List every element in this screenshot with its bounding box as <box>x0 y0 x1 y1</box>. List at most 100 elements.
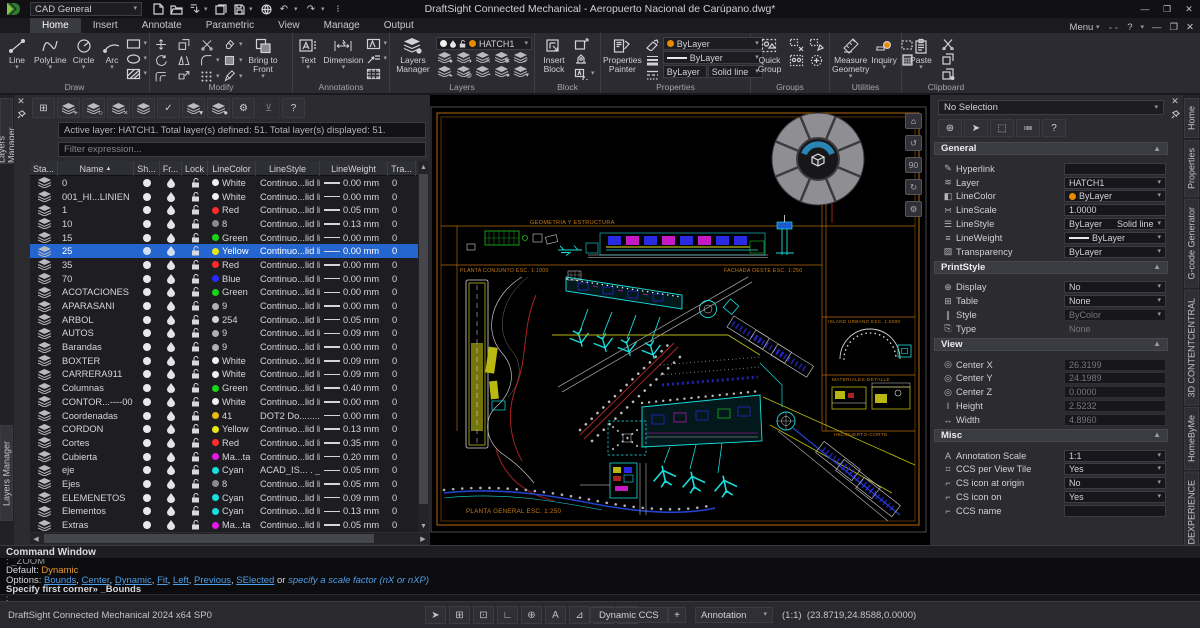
snap-grid-toggle[interactable]: ⊞ <box>449 606 470 624</box>
column-header-lineweight[interactable]: LineWeight <box>320 161 388 176</box>
layer-lock-icon[interactable] <box>182 520 208 530</box>
layer-frozen-icon[interactable] <box>160 301 182 311</box>
layer-row-001_HI...LINIEN[interactable]: 001_HI...LINIENWhiteContinuo...lid line0… <box>30 190 418 204</box>
ellipse-icon[interactable] <box>125 52 142 66</box>
redo-icon[interactable]: ↷ <box>303 2 319 16</box>
layer-lineweight[interactable]: 0.05 mm <box>320 205 388 215</box>
wheel-settings-button[interactable]: ⚙ <box>905 201 922 217</box>
scroll-right-icon[interactable]: ▶ <box>417 533 429 545</box>
side-tab-home[interactable]: Home <box>1184 98 1199 138</box>
layer-color[interactable]: Cyan <box>208 493 256 503</box>
layer-transparency[interactable]: 0 <box>388 520 416 530</box>
layer-lineweight[interactable]: 0.00 mm <box>320 192 388 202</box>
entity-snap-toggle[interactable]: A <box>545 606 566 624</box>
panel-close-icon[interactable]: ✕ <box>14 95 28 108</box>
layer-show-icon[interactable] <box>134 275 160 283</box>
filter-select-icon[interactable]: ≔ <box>1016 119 1040 137</box>
layer-lineweight[interactable]: 0.00 mm <box>320 411 388 421</box>
layers-table-header[interactable]: Sta...Name ▲Sh...Fr...LockLineColorLineS… <box>30 161 418 176</box>
layer-frozen-icon[interactable] <box>160 328 182 338</box>
workspace-selector[interactable]: CAD General▾ <box>30 2 142 16</box>
select-entities-icon[interactable]: ➤ <box>964 119 988 137</box>
rotate-cw-button[interactable]: ↻ <box>905 179 922 195</box>
layer-transparency[interactable]: 0 <box>388 205 416 215</box>
layer-lineweight[interactable]: 0.00 mm <box>320 287 388 297</box>
layer-linestyle[interactable]: Continuo...lid line <box>256 356 320 366</box>
show-all-layers-icon[interactable]: ◒ <box>436 65 453 78</box>
layer-lineweight[interactable]: 0.40 mm <box>320 383 388 393</box>
group-manager-icon[interactable] <box>788 53 805 67</box>
layer-show-icon[interactable] <box>134 480 160 488</box>
layer-color[interactable]: White <box>208 356 256 366</box>
layer-lineweight[interactable]: 0.00 mm <box>320 233 388 243</box>
layer-transparency[interactable]: 0 <box>388 493 416 503</box>
layer-color[interactable]: 8 <box>208 479 256 489</box>
vertical-scroll-thumb[interactable] <box>419 174 428 504</box>
layer-lock-icon[interactable] <box>182 233 208 243</box>
leader-icon[interactable] <box>365 52 382 66</box>
layer-transparency[interactable]: 0 <box>388 178 416 188</box>
lineweight-dropdown[interactable]: ByLayer▾ <box>663 51 763 64</box>
layer-lock-icon[interactable] <box>182 397 208 407</box>
copy-icon[interactable] <box>175 37 192 51</box>
command-input[interactable]: : <box>0 594 1200 601</box>
doc-minimize-button[interactable]: — <box>1152 22 1162 33</box>
section-header-misc[interactable]: Misc▲ <box>934 429 1168 442</box>
circle-button[interactable]: Circle▾ <box>69 35 99 71</box>
layer-show-icon[interactable] <box>134 412 160 420</box>
side-tab-g-code-generator[interactable]: G-code Generator <box>1184 199 1199 288</box>
layer-lock-icon[interactable] <box>182 274 208 284</box>
layer-transparency[interactable]: 0 <box>388 383 416 393</box>
layer-lineweight[interactable]: 0.00 mm <box>320 301 388 311</box>
layer-lineweight[interactable]: 0.05 mm <box>320 520 388 530</box>
layer-transparency[interactable]: 0 <box>388 356 416 366</box>
layer-color[interactable]: Yellow <box>208 246 256 256</box>
layer-linestyle[interactable]: Continuo...lid line <box>256 506 320 516</box>
layer-show-icon[interactable] <box>134 220 160 228</box>
ortho-toggle[interactable]: ∟ <box>497 606 518 624</box>
polyline-button[interactable]: PolyLine▾ <box>34 35 67 71</box>
cut-icon[interactable] <box>940 37 957 51</box>
layer-lineweight[interactable]: 0.05 mm <box>320 479 388 489</box>
layer-show-icon[interactable] <box>134 206 160 214</box>
layer-color[interactable]: 254 <box>208 315 256 325</box>
layer-transparency[interactable]: 0 <box>388 301 416 311</box>
layer-transparency[interactable]: 0 <box>388 233 416 243</box>
layer-color[interactable]: 9 <box>208 301 256 311</box>
mirror-icon[interactable] <box>175 53 192 67</box>
layer-row-Cortes[interactable]: CortesRedContinuo...lid line0.35 mm0 <box>30 436 418 450</box>
linescale-field[interactable]: 1.0000 <box>1064 204 1166 216</box>
layer-show-icon[interactable] <box>134 425 160 433</box>
quick-group-button[interactable]: Quick Group <box>753 35 786 74</box>
layer-linestyle[interactable]: Continuo...lid line <box>256 274 320 284</box>
command-option-previous[interactable]: Previous <box>194 575 231 586</box>
layer-frozen-icon[interactable] <box>160 219 182 229</box>
horizontal-scroll-thumb[interactable] <box>44 534 374 543</box>
bring-to-front-button[interactable]: Bring to Front▾ <box>245 35 281 80</box>
layer-show-icon[interactable] <box>134 494 160 502</box>
minimize-ribbon-icon[interactable]: ⌄⌄ <box>1107 25 1119 31</box>
save-icon[interactable] <box>231 2 247 16</box>
side-tab-properties[interactable]: Properties <box>1184 140 1199 197</box>
layer-lock-icon[interactable] <box>182 411 208 421</box>
command-option-fit[interactable]: Fit <box>157 575 168 586</box>
layer-show-icon[interactable] <box>134 179 160 187</box>
new-file-icon[interactable] <box>150 2 166 16</box>
layer-color[interactable]: Cyan <box>208 465 256 475</box>
layer-lineweight[interactable]: 0.00 mm <box>320 178 388 188</box>
layer-lock-icon[interactable] <box>182 369 208 379</box>
layer-linestyle[interactable]: Continuo...lid line <box>256 479 320 489</box>
layer-show-icon[interactable] <box>134 439 160 447</box>
help-icon[interactable]: ? <box>1042 119 1066 137</box>
layer-check-icon[interactable]: ✓ <box>512 51 529 64</box>
layer-lineweight[interactable]: 0.05 mm <box>320 465 388 475</box>
layer-lineweight[interactable]: 0.00 mm <box>320 246 388 256</box>
layer-show-icon[interactable] <box>134 247 160 255</box>
column-header-name[interactable]: Name ▲ <box>58 161 134 176</box>
linecolor-dropdown[interactable]: ByLayer▾ <box>663 37 763 50</box>
layer-lock-icon[interactable] <box>182 192 208 202</box>
menu-button[interactable]: Menu ▾ <box>1070 22 1100 33</box>
scroll-up-icon[interactable]: ▲ <box>418 161 429 173</box>
layer-frozen-icon[interactable] <box>160 465 182 475</box>
layer-lock-icon[interactable] <box>182 178 208 188</box>
